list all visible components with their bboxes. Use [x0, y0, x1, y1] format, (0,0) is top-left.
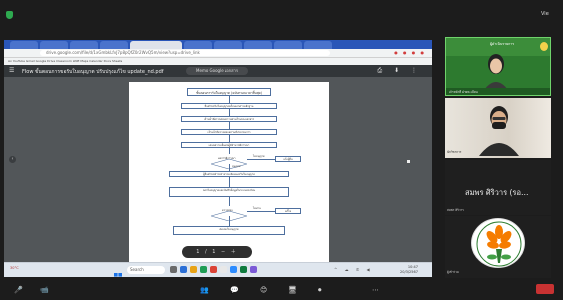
flow-connector — [247, 211, 275, 212]
flow-connector — [229, 122, 230, 129]
clock-date: 20/3/2567 — [400, 269, 418, 274]
flow-step: ออกใบอนุญาตและบันทึกข้อมูลในระบบทะเบียน — [169, 187, 289, 197]
participant-display-name: สมพร ศิริวาร (รอ… — [465, 188, 529, 197]
reactions-icon[interactable]: 😊 — [260, 286, 267, 294]
video-camera-icon[interactable]: 📹 — [40, 286, 49, 294]
system-tray-icons[interactable]: ^ ☁ ✆ ◀ — [334, 267, 373, 272]
end-meeting-button[interactable] — [536, 284, 554, 294]
browser-tab[interactable] — [214, 41, 242, 49]
bookmarks-bar[interactable]: Ax YouTube Gmail Google Drive Classroom … — [4, 58, 432, 65]
flowchart-title: ขั้นตอนการรับใบอนุญาต (ฉบับกรอบเวลาสิ้นส… — [187, 88, 271, 96]
url-field[interactable]: drive.google.com/file/d/1xGmbkLfvJ7p8pQf… — [40, 50, 330, 56]
taskbar-search[interactable]: Search — [127, 266, 165, 274]
participant-name: เจ้าหน้าที่ ฝ่ายทะเบียน — [446, 88, 550, 95]
flow-connector — [229, 177, 230, 187]
file-explorer-icon[interactable] — [190, 266, 197, 273]
pdf-actions[interactable]: ⎙ ⬇ ⋮ — [377, 67, 422, 75]
participant-video — [482, 52, 510, 90]
chat-icon[interactable]: 💬 — [230, 286, 239, 294]
participant-name: สมพร ศิริวาร — [447, 208, 464, 212]
browser-tab[interactable] — [100, 41, 128, 49]
decision-label: ตรวจสอบ — [222, 209, 233, 212]
pdf-toolbar: ☰ Flow ขั้นตอนการขอรับใบอนุญาต ปรับปรุงแ… — [4, 65, 432, 77]
record-icon[interactable]: ⏺ — [318, 286, 322, 295]
browser-tab[interactable] — [304, 41, 332, 49]
share-screen-icon[interactable]: 🖥 — [288, 286, 297, 294]
chrome-icon[interactable] — [220, 266, 227, 273]
participant-tile-active[interactable]: ผู้ดำเนินรายการ เจ้าหน้าที่ ฝ่ายทะเบียน — [445, 37, 551, 96]
browser-tab[interactable] — [244, 41, 272, 49]
security-shield-icon[interactable] — [6, 11, 13, 19]
flow-connector — [229, 197, 230, 206]
decision-branch-label: ไม่ผ่าน — [253, 207, 261, 210]
address-bar: drive.google.com/file/d/1xGmbkLfvJ7p8pQf… — [4, 49, 432, 58]
zoom-icon[interactable] — [230, 266, 237, 273]
browser-tab[interactable] — [274, 41, 302, 49]
menu-icon[interactable]: ☰ — [9, 67, 14, 74]
flow-connector — [229, 216, 230, 226]
flow-side-box: แก้ไข — [275, 208, 301, 214]
weather-widget[interactable]: 30°C — [10, 266, 19, 270]
pdf-viewer: ‹ ขั้นตอนการรับใบอนุญาต (ฉบับกรอบเวลาสิ้… — [4, 77, 432, 262]
meeting-window: Vie drive.google.com/file/d/1xGmbkLfvJ7p… — [0, 0, 563, 300]
banner-text: ผู้ดำเนินรายการ — [490, 42, 515, 46]
participants-icon[interactable]: 👥 — [200, 286, 209, 294]
browser-tab-active[interactable] — [130, 41, 182, 49]
app-icon[interactable] — [210, 266, 217, 273]
decision-label: ผลการพิจารณา — [218, 157, 236, 160]
participant-name: นักวิชาการ — [447, 150, 462, 154]
browser-tab[interactable] — [10, 41, 38, 49]
app-icon[interactable] — [240, 266, 247, 273]
participant-tile[interactable]: นักวิชาการ — [445, 98, 551, 158]
flow-connector — [229, 96, 230, 103]
flow-side-box: แจ้งผู้ยื่น — [275, 156, 301, 162]
extension-icons[interactable]: ● ● ● ● — [394, 50, 426, 55]
participant-tile[interactable]: สมพร ศิริวาร (รอ… สมพร ศิริวาร — [445, 160, 551, 215]
app-icon[interactable] — [250, 266, 257, 273]
windows-taskbar: 30°C Search ^ ☁ ✆ ◀ 10:47 20/3/2567 — [4, 262, 432, 277]
pdf-zoom-controls[interactable]: 1 / 1 − ＋ — [182, 246, 252, 258]
flow-step: ส่งมอบใบอนุญาต — [173, 226, 285, 235]
flow-connector — [247, 159, 275, 160]
more-icon[interactable]: ⋯ — [372, 286, 379, 294]
windows-start-icon[interactable] — [114, 266, 122, 277]
app-icon[interactable] — [200, 266, 207, 273]
decision-branch-label: ไม่อนุญาต — [253, 155, 265, 158]
pdf-page: ขั้นตอนการรับใบอนุญาต (ฉบับกรอบเวลาสิ้นส… — [129, 82, 329, 262]
organization-logo — [471, 218, 525, 268]
participant-tile[interactable]: ผู้เข้าร่วม — [445, 216, 551, 278]
cursor-icon — [407, 160, 410, 163]
browser-tab[interactable] — [40, 41, 68, 49]
microphone-icon[interactable]: 🎤 — [14, 286, 23, 294]
shared-screen: drive.google.com/file/d/1xGmbkLfvJ7p8pQf… — [4, 40, 432, 277]
flow-connector — [229, 135, 230, 142]
decision-branch-label: อนุญาต — [232, 165, 241, 168]
logo-icon — [540, 42, 548, 51]
participant-video — [479, 104, 519, 156]
flow-connector — [229, 164, 230, 171]
taskbar-clock[interactable]: 10:47 20/3/2567 — [400, 265, 418, 274]
meeting-top-bar: Vie — [0, 0, 563, 40]
browser-tab[interactable] — [70, 41, 98, 49]
app-icon[interactable] — [180, 266, 187, 273]
browser-tab-strip — [4, 40, 432, 49]
chevron-left-icon[interactable]: ‹ — [9, 156, 16, 163]
browser-tab[interactable] — [184, 41, 212, 49]
meeting-controls: 🎤 📹 👥 💬 😊 🖥 ⏺ ⋯ — [0, 280, 563, 300]
task-view-icon[interactable] — [170, 266, 177, 273]
participant-name: ผู้เข้าร่วม — [447, 270, 459, 274]
view-button[interactable]: Vie — [541, 11, 549, 17]
open-with-button[interactable]: Memo Google เอกสาร — [186, 67, 248, 75]
pdf-filename: Flow ขั้นตอนการขอรับใบอนุญาต ปรับปรุงแก้… — [22, 69, 164, 75]
flow-connector — [229, 109, 230, 116]
